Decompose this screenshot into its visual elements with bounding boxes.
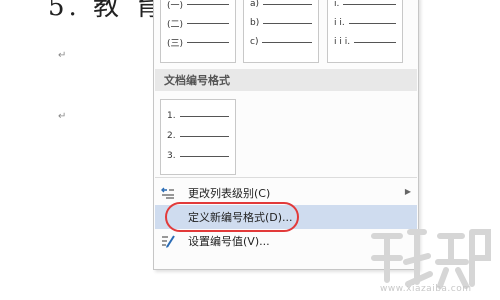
format-marker: i i i. <box>334 37 351 47</box>
document-heading: 5. 教 育 <box>48 0 166 22</box>
format-marker: b) <box>250 18 260 28</box>
format-marker: 3. <box>167 151 176 161</box>
set-numbering-value-icon <box>161 234 175 248</box>
paragraph-mark: ↵ <box>58 50 67 61</box>
paragraph-mark: ↵ <box>58 111 67 122</box>
document-formats-header: 文档编号格式 <box>155 69 417 91</box>
numbering-format-letter[interactable]: a) b) c) <box>243 0 319 63</box>
menu-separator <box>155 177 417 178</box>
numbering-format-chinese[interactable]: (一) (二) (三) <box>160 0 236 63</box>
watermark-url: www.xiazaiba.com <box>380 284 472 294</box>
format-marker: i. <box>334 0 340 9</box>
submenu-arrow-icon: ▶ <box>404 187 411 196</box>
format-marker: (二) <box>167 19 184 30</box>
numbering-format-decimal[interactable]: 1. 2. 3. <box>160 99 236 175</box>
format-marker: (三) <box>167 38 184 49</box>
format-marker: c) <box>250 37 259 47</box>
format-marker: 2. <box>167 131 176 141</box>
menu-item-label: 设置编号值(V)... <box>188 235 270 248</box>
menu-item-label: 更改列表级别(C) <box>188 187 271 200</box>
format-marker: i i. <box>334 18 345 28</box>
numbering-format-roman[interactable]: i. i i. i i i. <box>327 0 403 63</box>
change-list-level-icon <box>161 186 175 200</box>
format-marker: a) <box>250 0 260 9</box>
annotation-highlight-oval <box>165 202 299 232</box>
format-marker: 1. <box>167 111 176 121</box>
format-marker: (一) <box>167 0 184 11</box>
